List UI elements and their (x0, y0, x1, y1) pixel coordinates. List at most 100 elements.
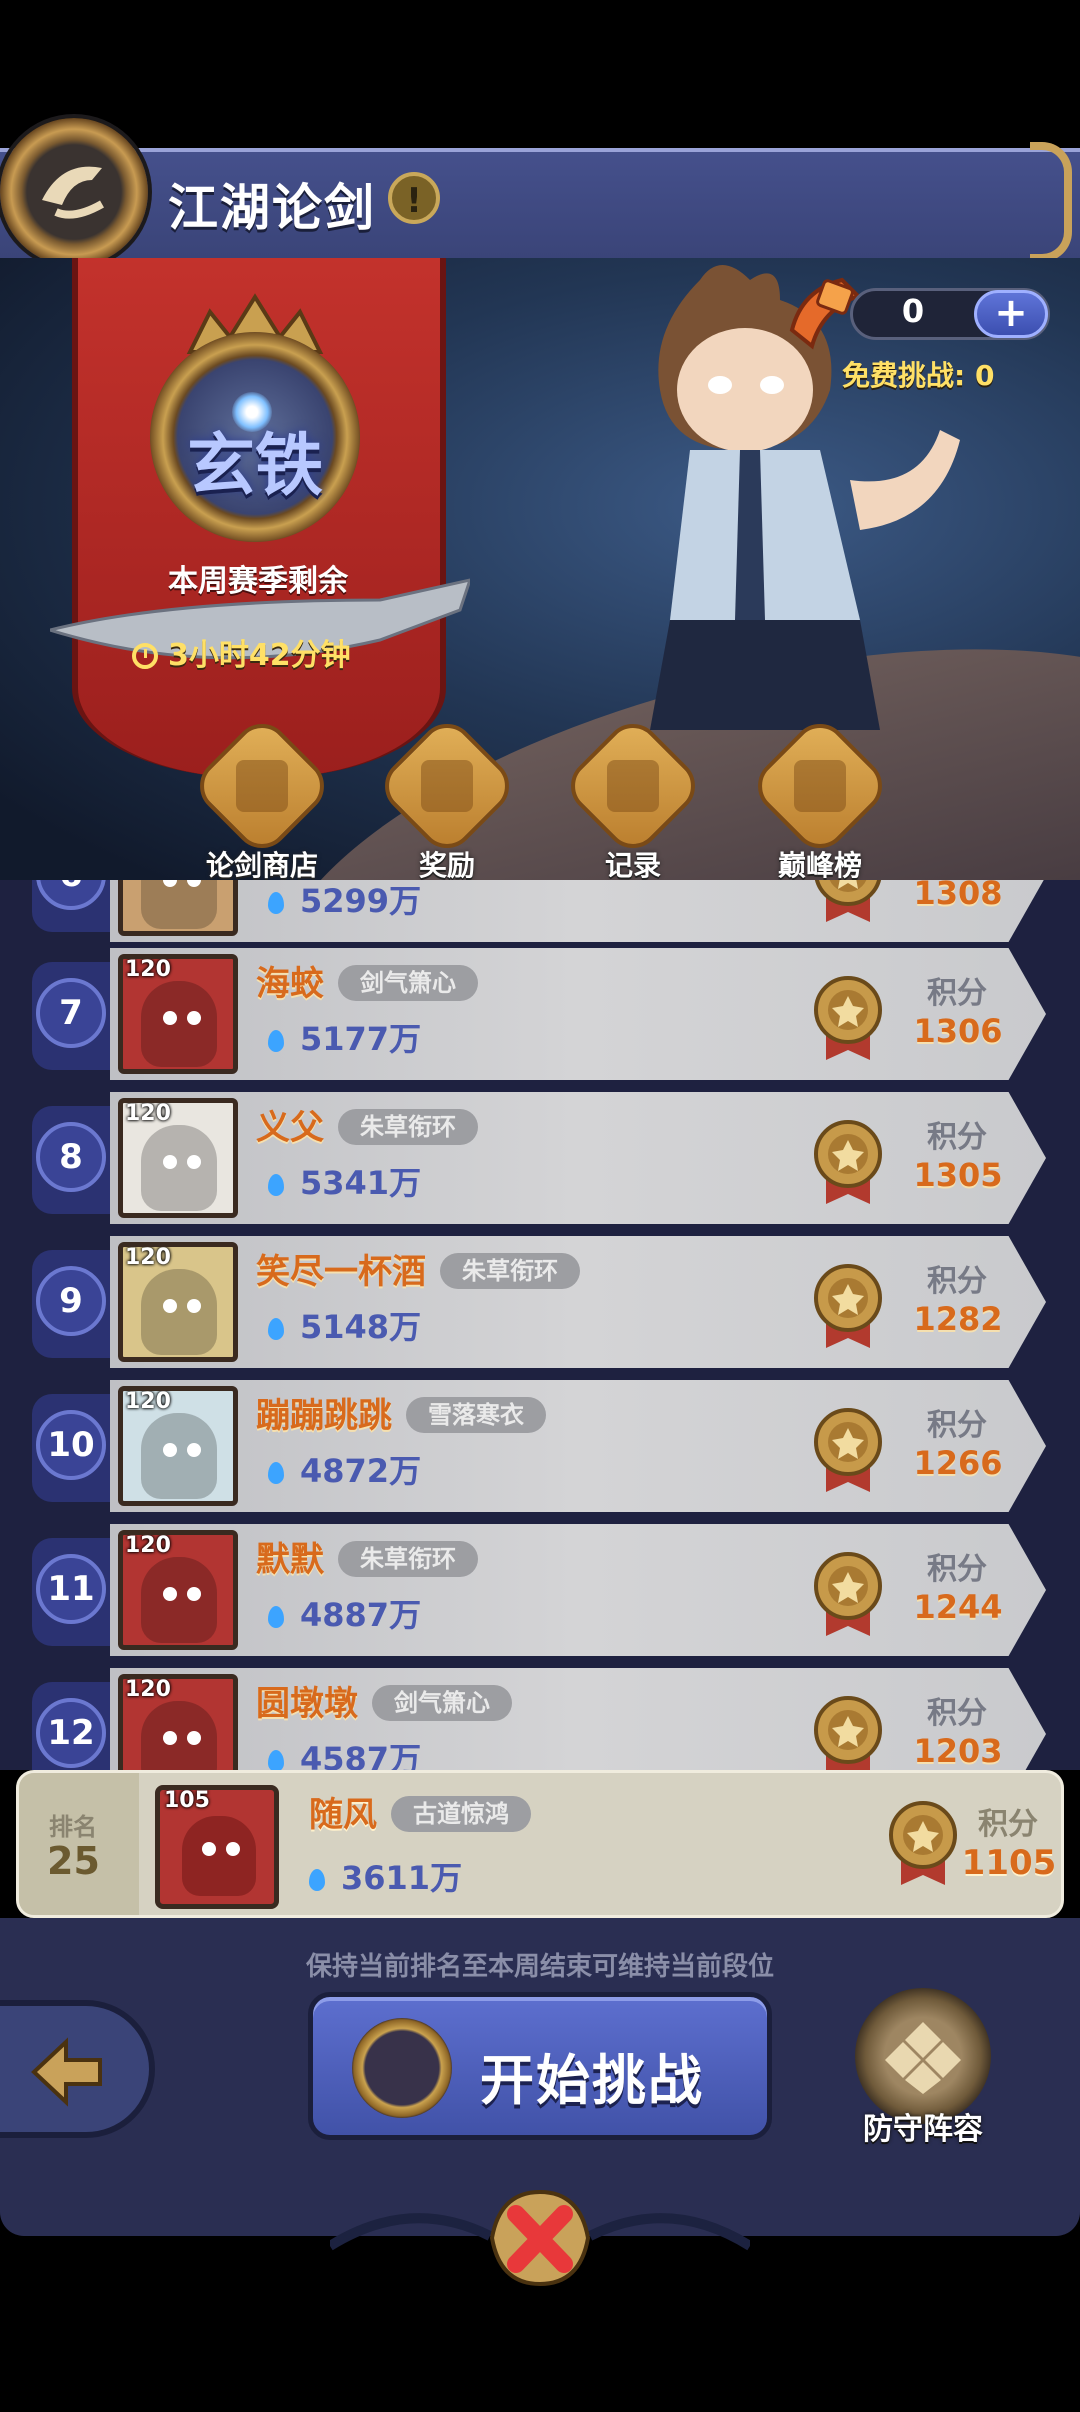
player-avatar[interactable]: 120 (118, 1674, 238, 1770)
guild-tag: 朱草衔环 (440, 1253, 580, 1289)
avatar-face (141, 981, 217, 1067)
avatar-eye (187, 1011, 201, 1025)
avatar-eye (187, 1731, 201, 1745)
rank-number: 12 (36, 1698, 106, 1768)
player-name-row: 笑尽一杯酒 朱草衔环 (256, 1244, 580, 1293)
table-row[interactable]: 10 120 蹦蹦跳跳 雪落寒衣 4872万 积分 1266 (0, 1380, 1080, 1516)
rank-tab: 11 (32, 1538, 110, 1646)
coin-icon (188, 712, 336, 860)
avatar-eye (226, 1842, 240, 1856)
page-title: 江湖论剑 (168, 179, 376, 237)
player-avatar[interactable] (118, 880, 238, 936)
player-level: 120 (125, 1389, 171, 1414)
power-icon (309, 1869, 325, 1891)
score-value: 1305 (913, 1156, 1003, 1194)
score-value: 1244 (913, 1588, 1003, 1626)
ranking-list[interactable]: 65299万13087120海蛟剑气箫心5177万积分13068120义父朱草衔… (0, 880, 1080, 1770)
avatar-face (141, 1701, 217, 1770)
rank-number: 6 (36, 880, 106, 910)
power: 5177万 (268, 1014, 421, 1060)
avatar-eye (163, 1731, 177, 1745)
player-level: 120 (125, 957, 171, 982)
avatar-face (141, 1413, 217, 1499)
avatar-eye (187, 1155, 201, 1169)
my-rank-bar[interactable]: 排名 25 105 随风 古道惊鸿 3611万 积分 1105 (16, 1770, 1064, 1918)
player-level: 120 (125, 1101, 171, 1126)
player-avatar[interactable]: 120 (118, 954, 238, 1074)
table-row[interactable]: 9 120 笑尽一杯酒 朱草衔环 5148万 积分 1282 (0, 1236, 1080, 1372)
guild-tag: 雪落寒衣 (406, 1397, 546, 1433)
player-name-row: 默默 朱草衔环 (256, 1532, 478, 1581)
score-label: 积分 (927, 1264, 987, 1299)
power-value: 4872万 (300, 1452, 422, 1490)
close-icon[interactable] (470, 2184, 610, 2294)
trophy-icon (746, 712, 894, 860)
avatar-eye (163, 1587, 177, 1601)
player-avatar[interactable]: 120 (118, 1386, 238, 1506)
gift-icon (373, 712, 521, 860)
player-avatar[interactable]: 120 (118, 1098, 238, 1218)
score-value: 1306 (913, 1012, 1003, 1050)
rank-medal-icon (814, 1552, 882, 1636)
power: 5148万 (268, 1302, 421, 1348)
avatar-face (182, 1816, 256, 1896)
rank-tab: 12 (32, 1682, 110, 1770)
score-value: 1266 (913, 1444, 1003, 1482)
info-button[interactable]: ! (388, 172, 440, 224)
power-value: 4587万 (300, 1740, 422, 1770)
rank-number: 10 (36, 1410, 106, 1480)
power-value: 5299万 (300, 882, 422, 920)
power-icon (268, 1318, 284, 1340)
power: 5299万 (268, 880, 421, 922)
table-row[interactable]: 8 120 义父 朱草衔环 5341万 积分 1305 (0, 1092, 1080, 1228)
avatar-face (141, 880, 217, 929)
season-timer: 3小时42分钟 (132, 630, 351, 674)
my-guild-tag: 古道惊鸿 (391, 1796, 531, 1832)
free-challenge-count: 免费挑战: 0 (842, 359, 995, 392)
player-level: 120 (125, 1677, 171, 1702)
avatar-eye (187, 1443, 201, 1457)
power-icon (268, 1606, 284, 1628)
player-level: 120 (125, 1533, 171, 1558)
my-level: 105 (164, 1788, 210, 1813)
my-power-value: 3611万 (341, 1859, 463, 1897)
defense-lineup-label: 防守阵容 (863, 2112, 983, 2147)
avatar-eye (163, 1443, 177, 1457)
table-row[interactable]: 11 120 默默 朱草衔环 4887万 积分 1244 (0, 1524, 1080, 1660)
rank-tab: 8 (32, 1106, 110, 1214)
add-ticket-button[interactable]: + (974, 290, 1048, 338)
rank-tab: 9 (32, 1250, 110, 1358)
my-player-name: 随风 (309, 1795, 377, 1835)
power: 5341万 (268, 1158, 421, 1204)
my-avatar[interactable]: 105 (155, 1785, 279, 1909)
player-name: 笑尽一杯酒 (256, 1252, 426, 1292)
rank-medal-icon (889, 1801, 957, 1885)
avatar-face (141, 1125, 217, 1211)
leaderboard-button[interactable]: 巅峰榜 (745, 712, 895, 882)
score-label: 积分 (927, 1120, 987, 1155)
score-value: 1308 (913, 880, 1003, 912)
start-challenge-label: 开始挑战 (480, 2049, 704, 2112)
back-button[interactable] (0, 2000, 155, 2138)
power-icon (268, 892, 284, 914)
shop-button[interactable]: 论剑商店 (187, 712, 337, 882)
avatar-eye (163, 1011, 177, 1025)
player-name-row: 蹦蹦跳跳 雪落寒衣 (256, 1388, 546, 1437)
player-avatar[interactable]: 120 (118, 1530, 238, 1650)
table-row[interactable]: 12 120 圆墩墩 剑气箫心 4587万 积分 1203 (0, 1668, 1080, 1770)
avatar-eye (163, 1299, 177, 1313)
my-score-label: 积分 (978, 1807, 1038, 1842)
player-name: 海蛟 (256, 964, 324, 1004)
my-rank-value: 25 (47, 1839, 100, 1883)
title-bar (0, 148, 1080, 264)
rewards-button[interactable]: 奖励 (372, 712, 522, 882)
player-avatar[interactable]: 120 (118, 1242, 238, 1362)
table-row[interactable]: 6 5299万 1308 (0, 880, 1080, 946)
score-label: 积分 (927, 1696, 987, 1731)
rank-medal-icon (814, 1408, 882, 1492)
table-row[interactable]: 7 120 海蛟 剑气箫心 5177万 积分 1306 (0, 948, 1080, 1084)
rank-medal-icon (814, 1696, 882, 1770)
season-time-remaining: 3小时42分钟 (168, 638, 351, 673)
avatar-eye (202, 1842, 216, 1856)
records-button[interactable]: 记录 (558, 712, 708, 882)
